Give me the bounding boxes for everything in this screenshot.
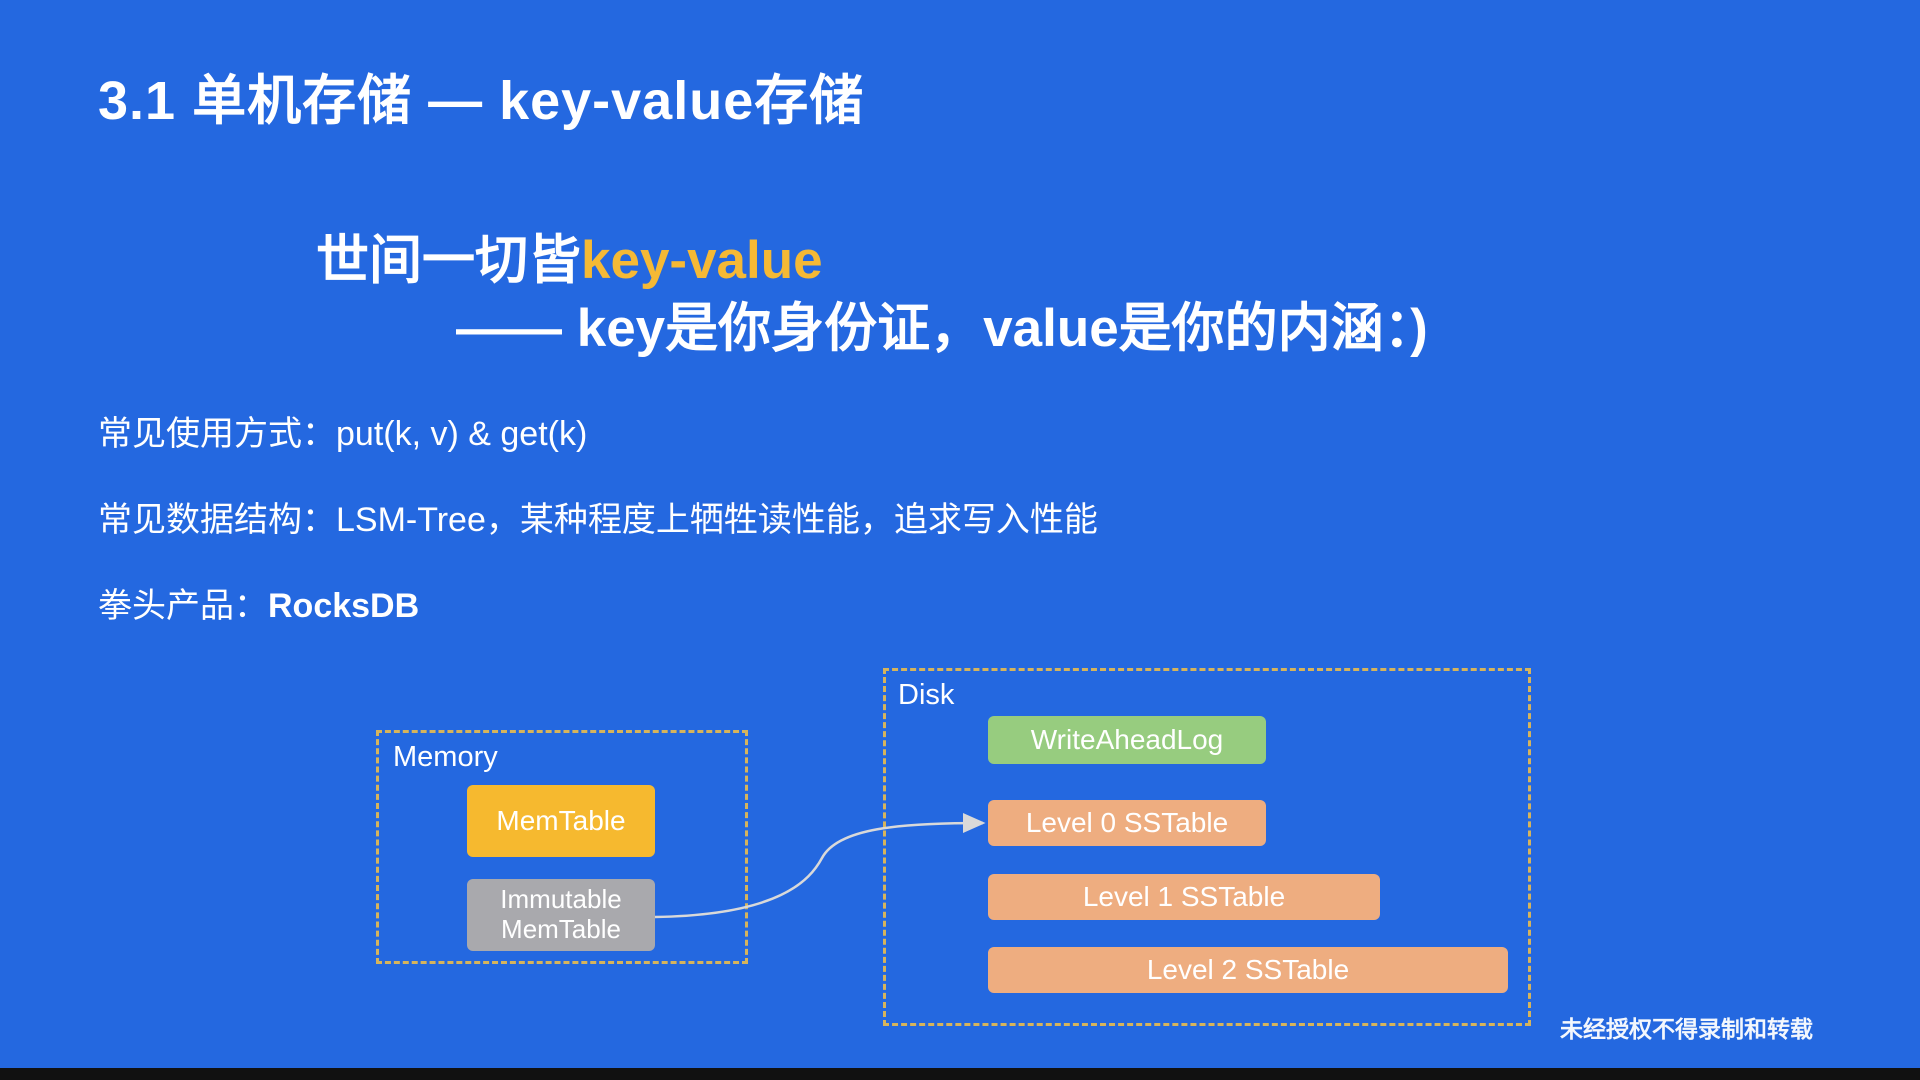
quote-line-2: —— key是你身份证，value是你的内涵：): [456, 299, 1428, 358]
bullet-usage-label: 常见使用方式：: [98, 415, 336, 453]
quote-line-1: 世间一切皆key-value: [316, 218, 823, 294]
disk-label: Disk: [898, 679, 955, 711]
memtable-block: MemTable: [467, 785, 655, 857]
slide-title: 3.1 单机存储 — key-value存储: [98, 71, 865, 131]
memory-label: Memory: [393, 741, 498, 773]
bottom-bar: [0, 1068, 1920, 1080]
bullet-usage-value: put(k, v) & get(k): [336, 415, 588, 453]
level2-sstable-block: Level 2 SSTable: [988, 947, 1508, 993]
bullet-structure-value: LSM-Tree，某种程度上牺牲读性能，追求写入性能: [336, 501, 1098, 539]
immutable-line-2: MemTable: [501, 914, 621, 944]
immutable-memtable-block: Immutable MemTable: [467, 879, 655, 951]
slide: 3.1 单机存储 — key-value存储 世间一切皆key-value ——…: [0, 0, 1920, 1080]
quote-prefix: 世间一切皆: [316, 231, 581, 290]
level0-sstable-block: Level 0 SSTable: [988, 800, 1266, 846]
write-ahead-log-block: WriteAheadLog: [988, 716, 1266, 764]
quote-highlight: key-value: [581, 231, 823, 290]
bullet-product-value: RocksDB: [268, 587, 420, 625]
immutable-line-1: Immutable: [500, 884, 622, 915]
bullet-product: 拳头产品：RocksDB: [98, 578, 419, 627]
bullet-usage: 常见使用方式：put(k, v) & get(k): [98, 406, 587, 455]
level1-sstable-block: Level 1 SSTable: [988, 874, 1380, 920]
bullet-product-label: 拳头产品：: [98, 587, 268, 625]
watermark: 未经授权不得录制和转载: [1560, 1016, 1813, 1042]
bullet-structure-label: 常见数据结构：: [98, 501, 336, 539]
bullet-structure: 常见数据结构：LSM-Tree，某种程度上牺牲读性能，追求写入性能: [98, 492, 1098, 541]
